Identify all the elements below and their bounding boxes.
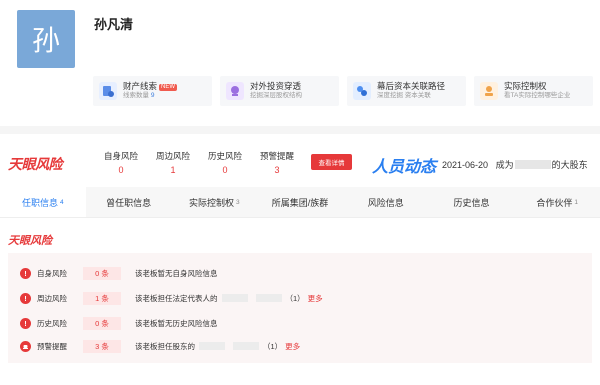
- redacted-company: [255, 294, 282, 302]
- tab-label: 历史信息: [453, 197, 490, 208]
- tianyan-risk-logo: 天眼风险: [8, 156, 63, 172]
- tab-count: 1: [574, 198, 578, 206]
- card-subtitle: 挖掘深层股权结构: [250, 92, 302, 100]
- dynamics-suffix: 的大股东: [551, 160, 588, 170]
- risk-label: 周边风险: [155, 151, 190, 161]
- view-detail-button[interactable]: 查看详情: [311, 154, 352, 170]
- card-count: 9: [150, 92, 155, 100]
- card-capital-path[interactable]: 幕后资本关联路径 深度挖掘 资本关联: [347, 76, 466, 106]
- capital-path-icon: [353, 82, 371, 100]
- card-subtitle: 深度挖掘 资本关联: [377, 92, 431, 100]
- risk-label: 预警提醒: [259, 151, 294, 161]
- panel-title: 天眼风险: [8, 235, 52, 247]
- dynamics-prefix: 成为: [495, 160, 514, 170]
- warning-icon: [20, 267, 31, 279]
- row-description: 该老板暂无自身风险信息: [135, 268, 218, 278]
- tab-former-positions[interactable]: 曾任职信息: [86, 187, 172, 217]
- tab-count: 3: [235, 198, 240, 206]
- row-count: 3 条: [83, 339, 121, 353]
- card-subtitle: 线索数量: [123, 92, 151, 100]
- warning-icon: [20, 292, 31, 304]
- row-label: 预警提醒: [37, 341, 67, 351]
- row-description: 该老板担任股东的: [135, 341, 195, 351]
- redacted-company: [221, 294, 248, 302]
- new-badge: NEW: [159, 84, 178, 92]
- tab-count: 4: [60, 198, 64, 206]
- redacted-company: [514, 160, 551, 169]
- risk-value: 3: [274, 165, 280, 175]
- tab-positions[interactable]: 任职信息 4: [0, 187, 86, 217]
- risk-value: 0: [118, 165, 124, 175]
- row-label: 历史风险: [37, 318, 67, 328]
- risk-history[interactable]: 历史风险 0: [199, 150, 251, 175]
- feature-cards: 财产线索 NEW 线索数量 9 对外投资穿透 挖掘深层股权结构 幕后资本关联路径 …: [93, 76, 593, 106]
- more-link[interactable]: 更多: [285, 341, 300, 352]
- row-count: 0 条: [83, 266, 121, 280]
- dynamics-entry[interactable]: 2021-06-20 成为 的大股东: [442, 158, 588, 171]
- more-link[interactable]: 更多: [308, 293, 323, 304]
- tab-risk-info[interactable]: 风险信息: [343, 187, 429, 217]
- tab-label: 曾任职信息: [106, 197, 152, 208]
- tab-label: 所属集团/族群: [271, 197, 329, 208]
- card-title: 对外投资穿透: [250, 81, 302, 92]
- card-actual-control[interactable]: 实际控制权 看TA实际控制哪些企业: [474, 76, 593, 106]
- person-name: 孙凡清: [94, 17, 134, 32]
- risk-warning[interactable]: 预警提醒 3: [251, 150, 303, 175]
- tab-label: 任职信息: [22, 197, 59, 208]
- row-description: 该老板担任法定代表人的: [135, 293, 218, 303]
- row-extra: （1）: [285, 293, 305, 303]
- control-icon: [480, 82, 498, 100]
- info-tabs: 任职信息 4 曾任职信息 实际控制权 3 所属集团/族群 风险信息 历史信息 合作伙…: [0, 187, 600, 218]
- redacted-company: [233, 342, 259, 350]
- risk-value: 1: [170, 165, 176, 175]
- risk-row-self: 自身风险 0 条 该老板暂无自身风险信息: [20, 266, 218, 280]
- card-property-clues[interactable]: 财产线索 NEW 线索数量 9: [93, 76, 212, 106]
- tab-partners[interactable]: 合作伙伴 1: [514, 187, 600, 217]
- row-description: 该老板暂无历史风险信息: [135, 318, 218, 328]
- tab-history-info[interactable]: 历史信息: [429, 187, 515, 217]
- avatar: 孙: [17, 10, 75, 68]
- row-label: 自身风险: [37, 268, 67, 278]
- risk-label: 历史风险: [207, 151, 242, 161]
- risk-surrounding[interactable]: 周边风险 1: [147, 150, 199, 175]
- card-title: 财产线索: [123, 81, 158, 92]
- risk-label: 自身风险: [103, 151, 138, 161]
- card-subtitle: 看TA实际控制哪些企业: [504, 92, 571, 100]
- risk-summary: 自身风险 0 周边风险 1 历史风险 0 预警提醒 3: [95, 150, 303, 175]
- risk-row-warning: 预警提醒 3 条 该老板担任股东的 （1） 更多: [20, 339, 300, 353]
- person-dynamics-logo: 人员动态: [372, 159, 437, 176]
- row-extra: （1）: [263, 341, 283, 351]
- risk-row-history: 历史风险 0 条 该老板暂无历史风险信息: [20, 316, 218, 330]
- row-label: 周边风险: [37, 293, 67, 303]
- tab-label: 风险信息: [367, 197, 404, 208]
- card-title: 实际控制权: [504, 81, 547, 92]
- tab-label: 实际控制权: [188, 197, 234, 208]
- risk-self[interactable]: 自身风险 0: [95, 150, 147, 175]
- row-count: 1 条: [83, 291, 121, 305]
- tab-actual-control[interactable]: 实际控制权 3: [171, 187, 257, 217]
- property-icon: [99, 82, 117, 100]
- risk-panel: 自身风险 0 条 该老板暂无自身风险信息 周边风险 1 条 该老板担任法定代表人…: [8, 253, 592, 363]
- alarm-icon: [20, 340, 31, 352]
- dynamics-date: 2021-06-20: [442, 160, 489, 170]
- card-investment-penetration[interactable]: 对外投资穿透 挖掘深层股权结构: [220, 76, 339, 106]
- tab-label: 合作伙伴: [536, 197, 573, 208]
- warning-icon: [20, 317, 31, 329]
- risk-row-surrounding: 周边风险 1 条 该老板担任法定代表人的 （1） 更多: [20, 291, 323, 305]
- section-divider: [0, 126, 600, 134]
- card-title: 幕后资本关联路径: [377, 81, 446, 92]
- row-count: 0 条: [83, 316, 121, 330]
- investment-icon: [226, 82, 244, 100]
- risk-value: 0: [222, 165, 228, 175]
- redacted-company: [199, 342, 225, 350]
- tab-group[interactable]: 所属集团/族群: [257, 187, 343, 217]
